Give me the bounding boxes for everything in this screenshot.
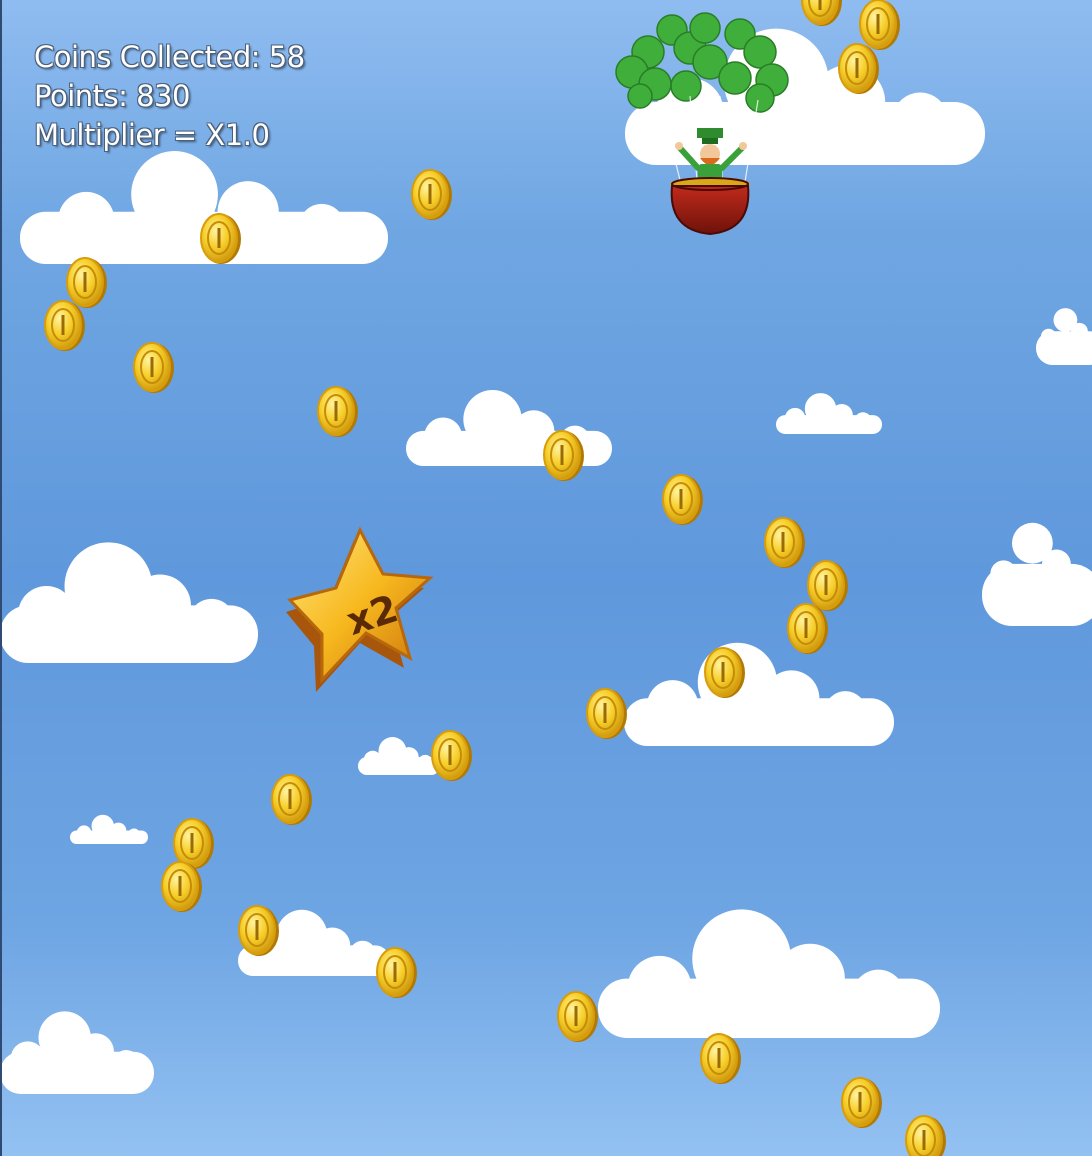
gold-coin-icon[interactable] — [271, 774, 312, 825]
gold-coin-icon[interactable] — [161, 861, 202, 912]
gold-coin-icon[interactable] — [543, 430, 584, 481]
gold-coin-icon[interactable] — [66, 257, 107, 308]
gold-coin-icon[interactable] — [700, 1033, 741, 1084]
gold-coin-icon[interactable] — [841, 1077, 882, 1128]
gold-coin-icon[interactable] — [586, 688, 627, 739]
cloud — [0, 1011, 154, 1094]
gold-coin-icon[interactable] — [376, 947, 417, 998]
gold-coin-icon[interactable] — [807, 560, 848, 611]
gold-coin-icon[interactable] — [787, 603, 828, 654]
gold-coin-icon[interactable] — [557, 991, 598, 1042]
multiplier-indicator: Multiplier = X1.0 — [34, 118, 270, 152]
gold-coin-icon[interactable] — [238, 905, 279, 956]
gold-coin-icon[interactable] — [44, 300, 85, 351]
cloud — [776, 393, 882, 434]
cloud — [624, 642, 894, 746]
pot-of-gold — [670, 177, 750, 236]
coins-collected-counter: Coins Collected: 58 — [34, 40, 305, 74]
score-hud: Coins Collected: 58 Points: 830 Multipli… — [34, 38, 305, 155]
cloud — [1036, 308, 1092, 365]
gold-coin-icon[interactable] — [704, 647, 745, 698]
scene-canvas: x2 — [0, 0, 1092, 1156]
gold-coin-icon[interactable] — [838, 43, 879, 94]
points-counter: Points: 830 — [34, 79, 190, 113]
gold-coin-icon[interactable] — [801, 0, 842, 26]
cloud — [598, 909, 940, 1038]
cloud — [0, 542, 258, 663]
gold-coin-icon[interactable] — [859, 0, 900, 50]
cloud — [70, 814, 148, 844]
gold-coin-icon[interactable] — [662, 474, 703, 525]
gold-coin-icon[interactable] — [411, 169, 452, 220]
gold-coin-icon[interactable] — [133, 342, 174, 393]
x2-star-icon[interactable]: x2 — [286, 526, 434, 692]
game-scene[interactable]: x2 Coins Collected: 58 Points: 830 Multi… — [0, 0, 1092, 1156]
gold-coin-icon[interactable] — [200, 213, 241, 264]
gold-coin-icon[interactable] — [905, 1115, 946, 1156]
cloud-layer — [0, 28, 1092, 1094]
screen-edge — [0, 0, 2, 1156]
cloud — [358, 737, 440, 775]
gold-coin-icon[interactable] — [431, 730, 472, 781]
cloud — [982, 522, 1092, 626]
gold-coin-icon[interactable] — [317, 386, 358, 437]
gold-coin-icon[interactable] — [764, 517, 805, 568]
